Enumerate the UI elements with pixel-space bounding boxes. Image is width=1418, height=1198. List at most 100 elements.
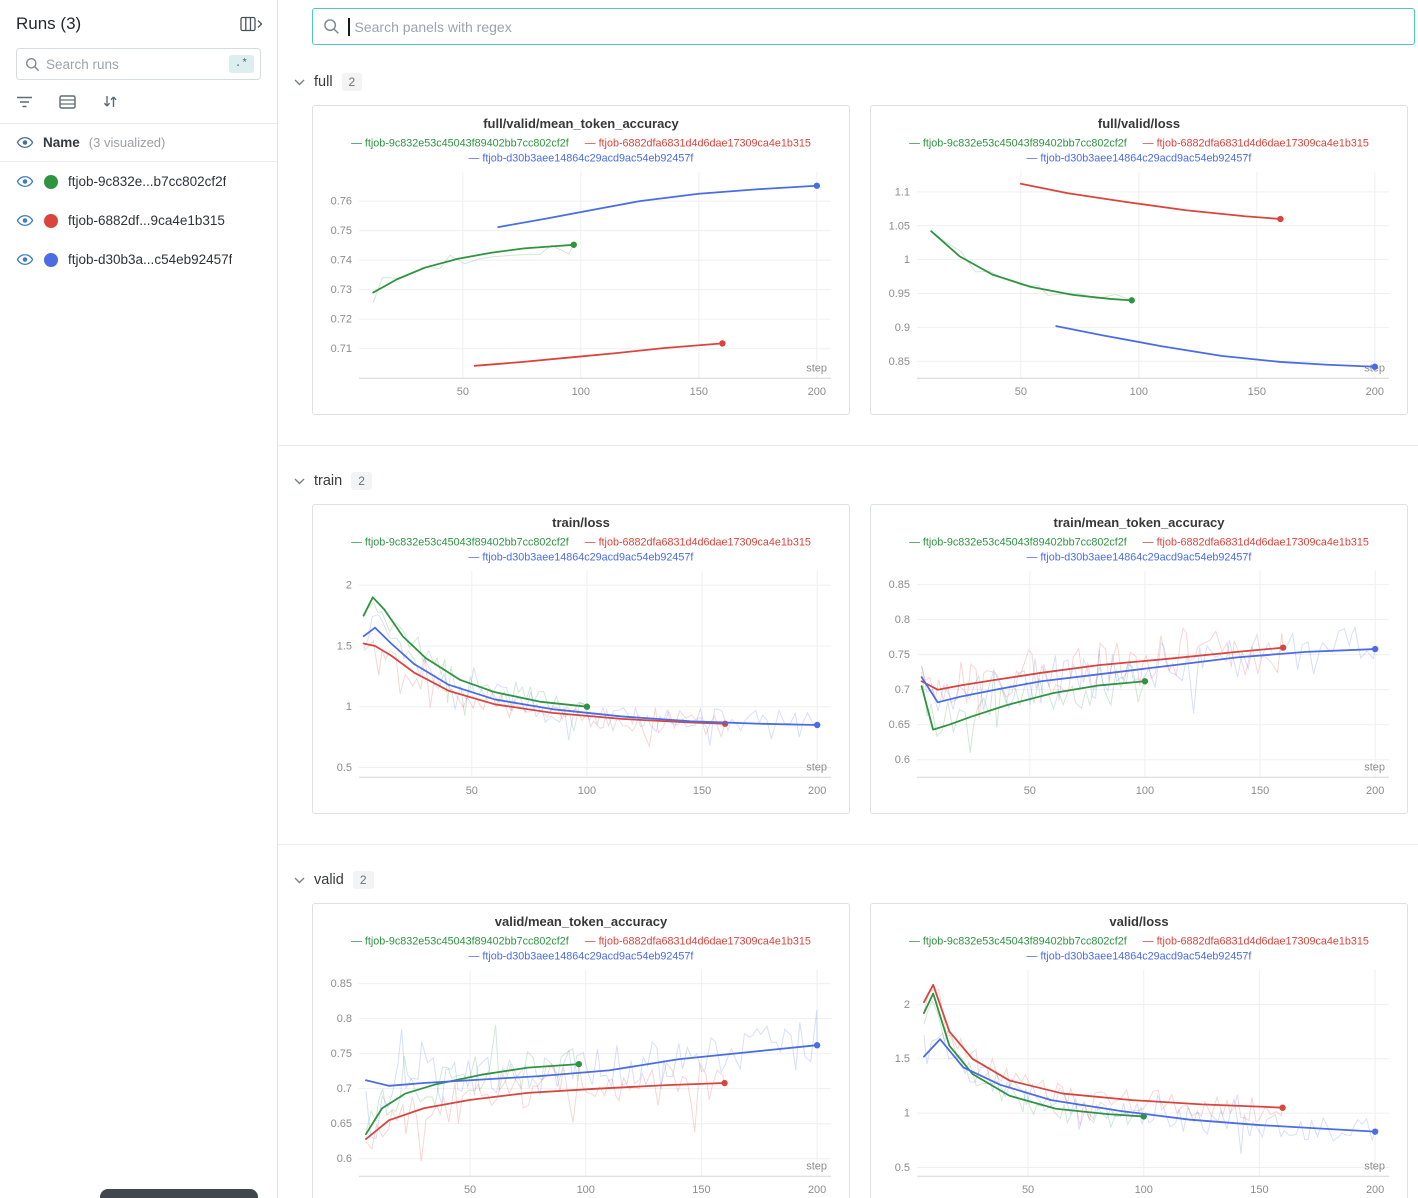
chart-canvas[interactable]: 501001502000.60.650.70.750.80.85stepvali… [313,904,849,1198]
visibility-eye-icon[interactable] [16,253,34,266]
bottom-toast [100,1189,258,1198]
svg-text:— ftjob-9c832e53c45043f89402bb: — ftjob-9c832e53c45043f89402bb7cc802cf2f… [351,537,811,549]
run-list-item[interactable]: ftjob-6882df...9ca4e1b315 [0,201,277,240]
section-header[interactable]: train 2 [294,472,1408,490]
visibility-eye-icon[interactable] [16,175,34,188]
regex-toggle-badge[interactable]: .* [229,55,254,73]
svg-text:100: 100 [1130,386,1148,398]
svg-text:0.9: 0.9 [895,322,910,334]
chart-canvas[interactable]: 501001502000.511.52stepvalid/loss— ftjob… [871,904,1407,1198]
svg-text:100: 100 [577,1184,595,1196]
svg-text:0.6: 0.6 [895,754,910,766]
svg-text:0.74: 0.74 [331,255,352,267]
svg-text:step: step [806,761,827,773]
runs-sidebar: Runs (3) .* [0,0,278,1198]
svg-text:0.7: 0.7 [337,1083,352,1095]
svg-text:— ftjob-d30b3aee14864c29acd9ac: — ftjob-d30b3aee14864c29acd9ac54eb92457f [469,552,694,564]
svg-text:1: 1 [346,701,352,713]
run-color-dot [44,214,58,228]
svg-text:0.75: 0.75 [889,649,910,661]
section-label: valid [314,872,344,888]
svg-text:0.72: 0.72 [331,314,352,326]
chart-panel[interactable]: 501001502000.710.720.730.740.750.76stepf… [312,105,850,415]
chart-canvas[interactable]: 501001502000.60.650.70.750.80.85steptrai… [871,505,1407,813]
svg-text:50: 50 [1024,785,1036,797]
section-count-badge: 2 [353,871,374,889]
svg-text:0.71: 0.71 [331,343,352,355]
svg-text:1.1: 1.1 [895,186,910,198]
runs-title: Runs (3) [16,14,81,34]
chart-canvas[interactable]: 501001502000.850.90.9511.051.1stepfull/v… [871,106,1407,414]
svg-text:full/valid/loss: full/valid/loss [1098,116,1180,131]
svg-text:full/valid/mean_token_accuracy: full/valid/mean_token_accuracy [483,116,679,131]
svg-text:200: 200 [1366,386,1384,398]
svg-text:100: 100 [1135,1184,1153,1196]
svg-text:— ftjob-d30b3aee14864c29acd9ac: — ftjob-d30b3aee14864c29acd9ac54eb92457f [1027,951,1252,963]
visibility-eye-icon[interactable] [16,136,34,149]
svg-text:1: 1 [904,1108,910,1120]
visibility-eye-icon[interactable] [16,214,34,227]
svg-text:train/mean_token_accuracy: train/mean_token_accuracy [1054,515,1226,530]
panel-search-input[interactable]: Search panels with regex [312,8,1415,45]
svg-text:150: 150 [692,1184,710,1196]
svg-text:— ftjob-d30b3aee14864c29acd9ac: — ftjob-d30b3aee14864c29acd9ac54eb92457f [1027,153,1252,165]
chart-panel[interactable]: 501001502000.511.52stepvalid/loss— ftjob… [870,903,1408,1198]
svg-text:step: step [806,362,827,374]
svg-text:150: 150 [1250,1184,1268,1196]
svg-text:1.5: 1.5 [895,1053,910,1065]
chevron-down-icon [294,478,305,485]
filter-icon[interactable] [16,95,33,109]
panel-section: valid 2 501001502000.60.650.70.750.80.85… [278,844,1418,1198]
svg-text:1: 1 [904,254,910,266]
svg-text:step: step [806,1160,827,1172]
svg-text:train/loss: train/loss [552,515,610,530]
svg-text:100: 100 [572,386,590,398]
svg-text:0.73: 0.73 [331,284,352,296]
chart-panel[interactable]: 501001502000.850.90.9511.051.1stepfull/v… [870,105,1408,415]
section-label: train [314,473,342,489]
svg-text:50: 50 [1022,1184,1034,1196]
run-list: ftjob-9c832e...b7cc802cf2f ftjob-6882df.… [0,162,277,279]
run-color-dot [44,253,58,267]
svg-text:150: 150 [693,785,711,797]
group-table-icon[interactable] [59,95,76,109]
section-header[interactable]: valid 2 [294,871,1408,889]
sort-icon[interactable] [102,94,118,109]
svg-text:0.5: 0.5 [337,762,352,774]
svg-text:2: 2 [904,999,910,1011]
run-name: ftjob-6882df...9ca4e1b315 [68,213,225,228]
chart-canvas[interactable]: 501001502000.710.720.730.740.750.76stepf… [313,106,849,414]
svg-text:0.6: 0.6 [337,1153,352,1165]
search-icon [323,18,340,35]
svg-text:1.5: 1.5 [337,640,352,652]
name-column-header[interactable]: Name [43,135,80,150]
panel-sections: full 2 501001502000.710.720.730.740.750.… [278,73,1418,1198]
chart-panel[interactable]: 501001502000.60.650.70.750.80.85stepvali… [312,903,850,1198]
expand-table-icon[interactable] [240,16,263,32]
run-list-item[interactable]: ftjob-9c832e...b7cc802cf2f [0,162,277,201]
section-label: full [314,74,333,90]
svg-text:0.8: 0.8 [895,614,910,626]
chart-panel[interactable]: 501001502000.511.52steptrain/loss— ftjob… [312,504,850,814]
section-count-badge: 2 [351,472,372,490]
chart-panel[interactable]: 501001502000.60.650.70.750.80.85steptrai… [870,504,1408,814]
svg-text:0.85: 0.85 [889,579,910,591]
chart-canvas[interactable]: 501001502000.511.52steptrain/loss— ftjob… [313,505,849,813]
svg-text:200: 200 [1366,1184,1384,1196]
svg-text:0.65: 0.65 [889,719,910,731]
panel-row: 501001502000.511.52steptrain/loss— ftjob… [312,504,1408,814]
svg-text:0.76: 0.76 [331,196,352,208]
run-name: ftjob-d30b3a...c54eb92457f [68,252,232,267]
svg-text:50: 50 [1015,386,1027,398]
svg-text:valid/mean_token_accuracy: valid/mean_token_accuracy [495,914,668,929]
svg-text:100: 100 [1136,785,1154,797]
runs-search-input[interactable] [46,57,223,72]
section-header[interactable]: full 2 [294,73,1408,91]
panel-row: 501001502000.60.650.70.750.80.85stepvali… [312,903,1408,1198]
svg-text:— ftjob-9c832e53c45043f89402bb: — ftjob-9c832e53c45043f89402bb7cc802cf2f… [909,936,1369,948]
runs-search-box[interactable]: .* [16,48,261,80]
run-list-item[interactable]: ftjob-d30b3a...c54eb92457f [0,240,277,279]
svg-text:100: 100 [578,785,596,797]
svg-text:step: step [1364,761,1385,773]
svg-text:50: 50 [457,386,469,398]
